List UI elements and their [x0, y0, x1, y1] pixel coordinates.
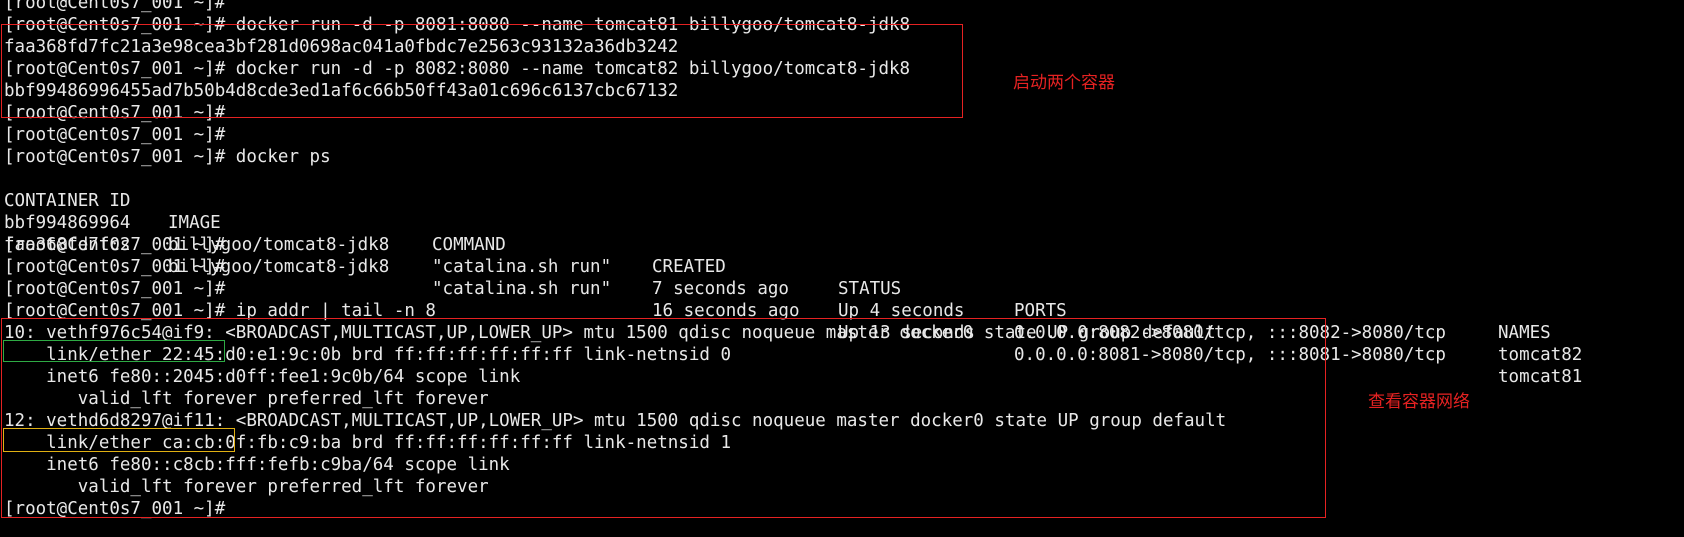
docker-ps-row: bbf994869964 billygoo/tomcat8-jdk8 "cata… [4, 190, 1582, 365]
container-image: billygoo/tomcat8-jdk8 [168, 235, 390, 255]
start-containers-annotation: 启动两个容器 [1013, 73, 1115, 93]
terminal-line: [root@Cent0s7_001 ~]# [4, 0, 226, 13]
docker-run-highlight-box [1, 24, 963, 118]
terminal-line: [root@Cent0s7_001 ~]# docker ps [4, 147, 331, 167]
inspect-network-annotation: 查看容器网络 [1368, 392, 1470, 412]
docker-ps-row: faa368fd7fc2 billygoo/tomcat8-jdk8 "cata… [4, 212, 1582, 387]
container-created: 7 seconds ago [652, 279, 789, 299]
veth-interface-12-highlight [3, 428, 235, 452]
container-name: tomcat81 [1498, 367, 1583, 387]
docker-ps-col-header: CREATED [652, 257, 726, 277]
container-command: "catalina.sh run" [432, 257, 612, 277]
terminal-window[interactable]: [root@Cent0s7_001 ~]# [root@Cent0s7_001 … [0, 0, 1684, 537]
docker-ps-col-header: COMMAND [432, 235, 506, 255]
terminal-line: [root@Cent0s7_001 ~]# [4, 125, 226, 145]
terminal-line: [root@Cent0s7_001 ~]# [4, 279, 226, 299]
docker-ps-col-header: NAMES [1498, 323, 1551, 343]
docker-ps-col-header: STATUS [838, 279, 902, 299]
docker-ps-header: CONTAINER ID IMAGE COMMAND CREATED STATU… [4, 168, 1551, 343]
container-id: faa368fd7fc2 [4, 235, 131, 255]
container-name: tomcat82 [1498, 345, 1583, 365]
container-command: "catalina.sh run" [432, 279, 612, 299]
container-image: billygoo/tomcat8-jdk8 [168, 257, 390, 277]
veth-interface-10-highlight [3, 340, 225, 362]
